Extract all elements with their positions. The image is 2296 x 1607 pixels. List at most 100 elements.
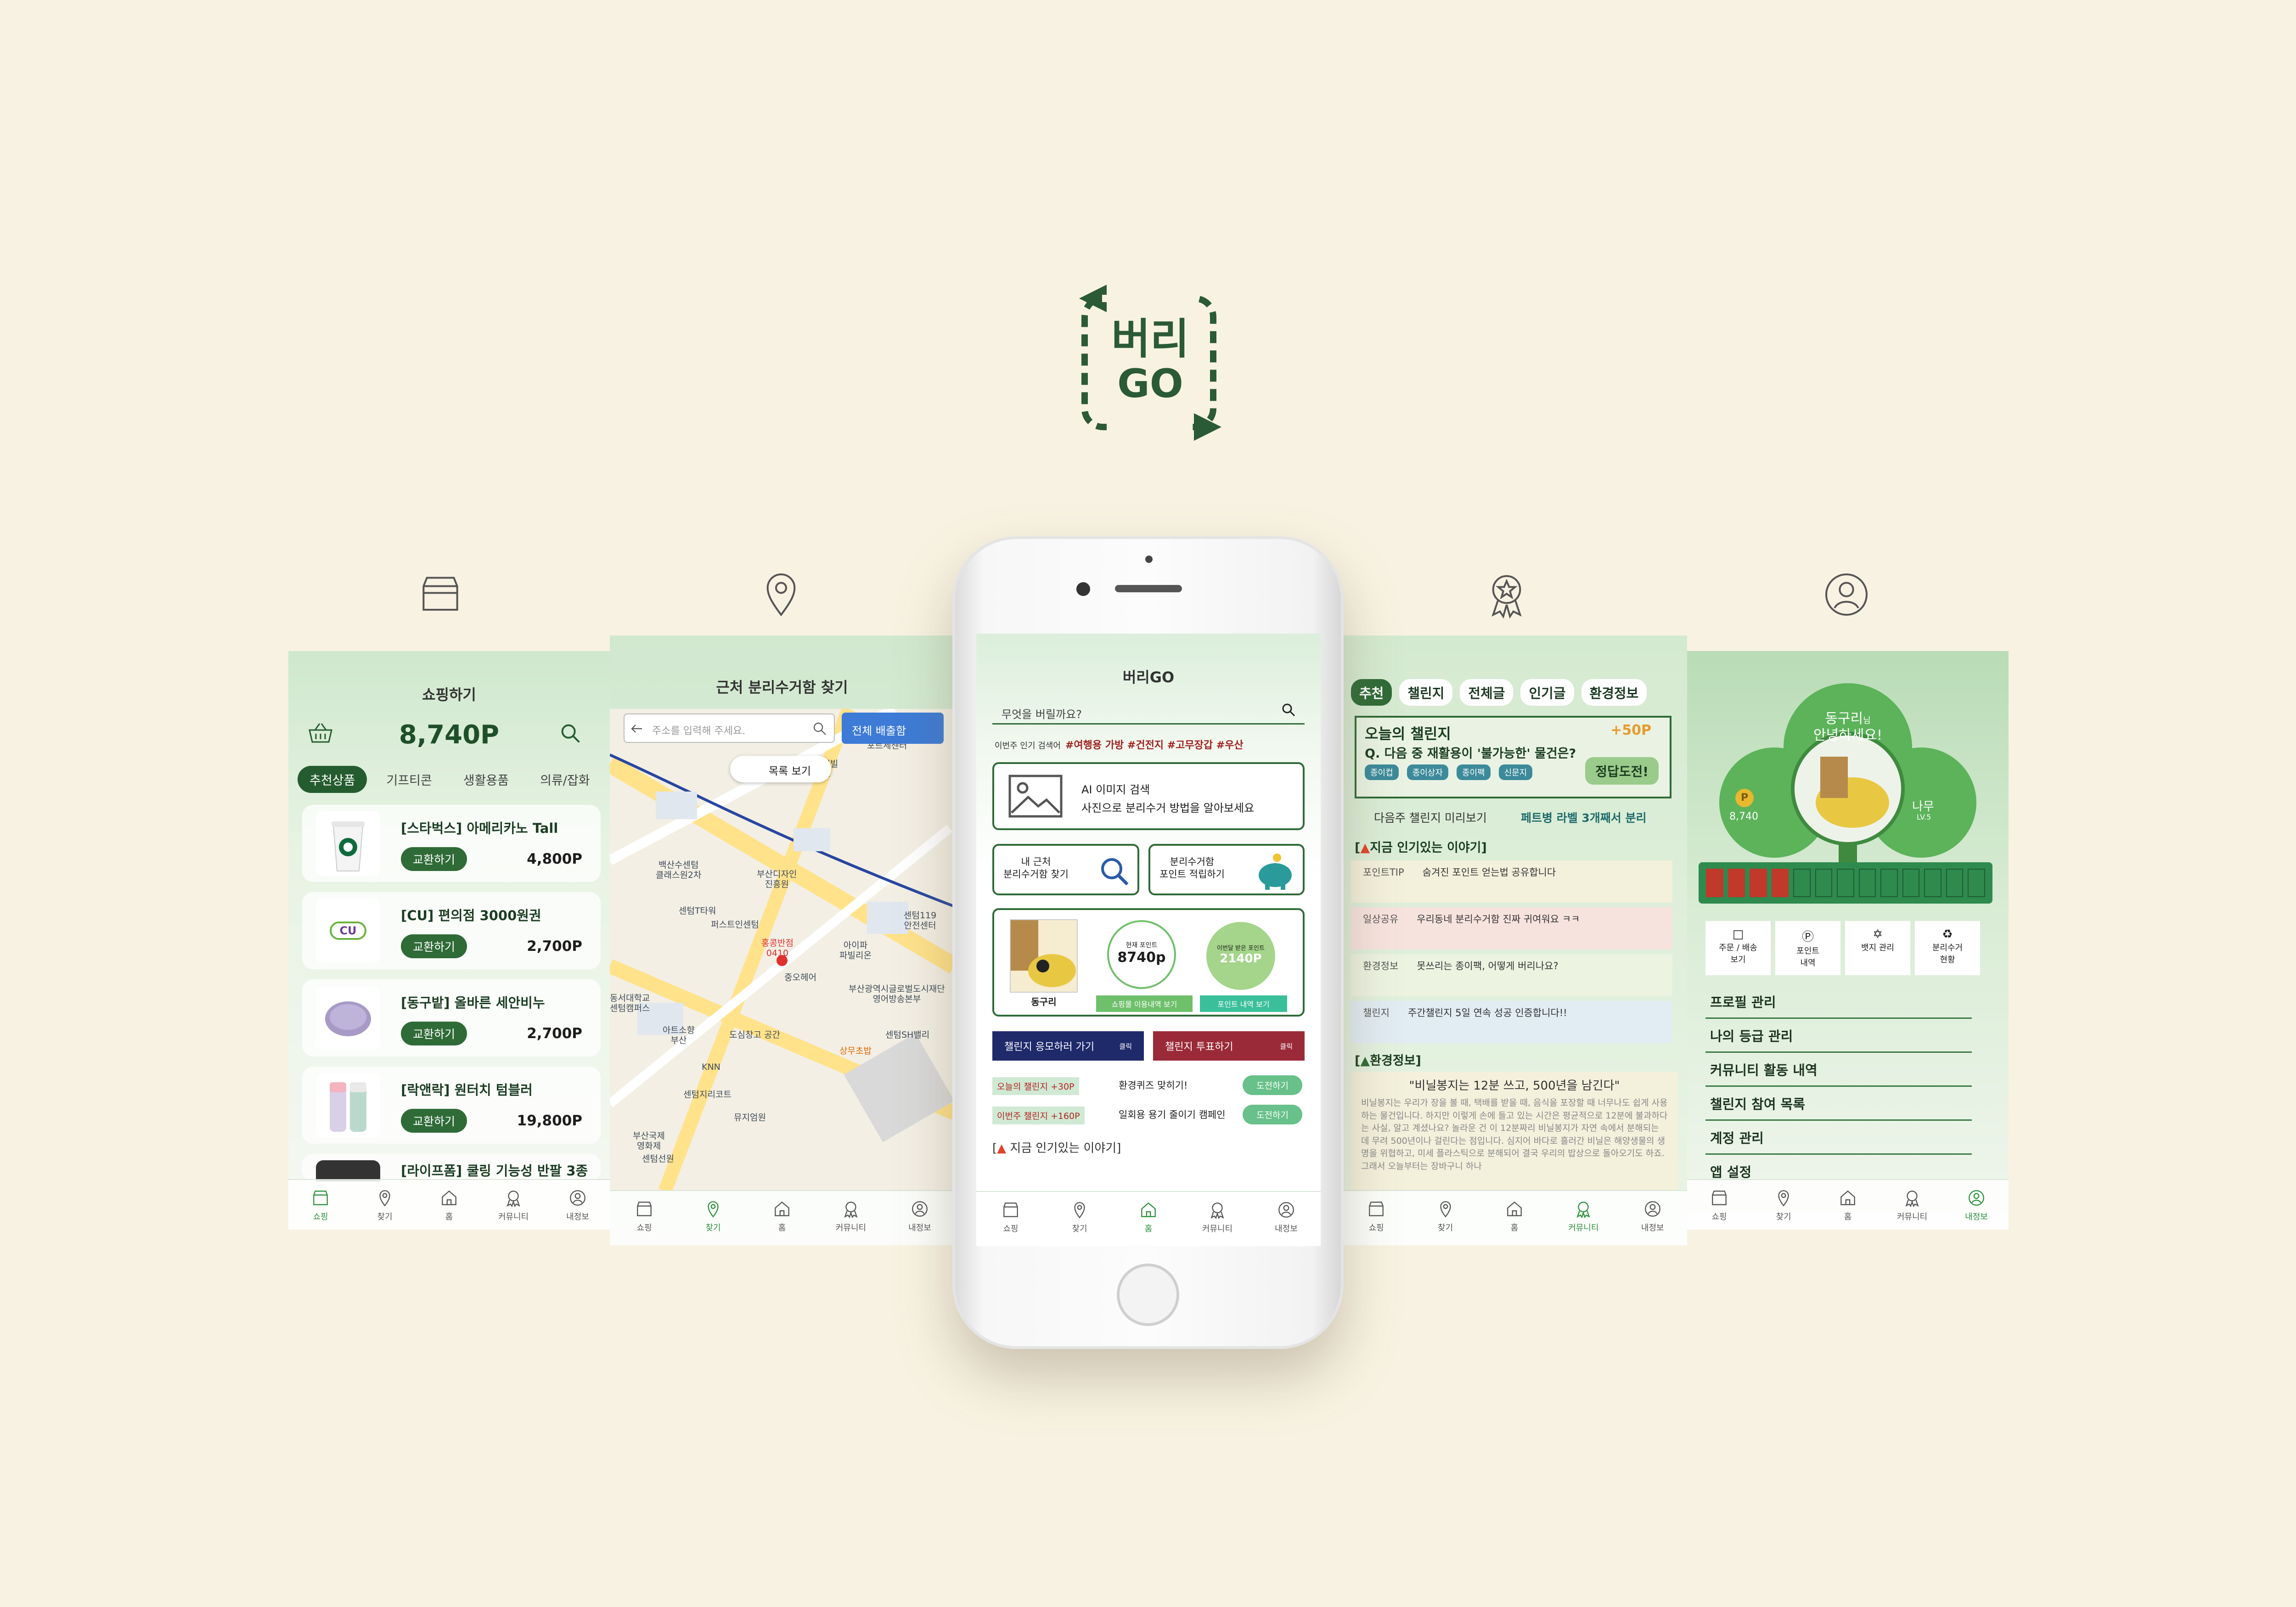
- hot-tags[interactable]: #여행용 가방 #건전지 #고무장갑 #우산: [1065, 740, 1244, 751]
- menu-community-activity[interactable]: 커뮤니티 활동 내역: [1705, 1053, 1972, 1087]
- tab-my[interactable]: 내정보: [1625, 1199, 1680, 1233]
- nearby-bins-card[interactable]: 내 근처 분리수거함 찾기: [992, 844, 1139, 895]
- tab-popular[interactable]: 인기글: [1520, 679, 1574, 706]
- tab-find[interactable]: 찾기: [357, 1188, 412, 1222]
- exchange-button[interactable]: 교환하기: [401, 847, 467, 871]
- magnifier-icon: [1101, 858, 1129, 886]
- ai-desc: 사진으로 분리수거 방법을 알아보세요: [1081, 802, 1255, 815]
- option-chip[interactable]: 종이컵: [1365, 764, 1399, 780]
- tab-find[interactable]: 찾기: [1418, 1199, 1473, 1233]
- tab-shop[interactable]: 쇼핑: [617, 1199, 672, 1233]
- tab-home[interactable]: 홈: [1121, 1200, 1176, 1234]
- store-icon: [415, 569, 466, 620]
- today-challenge-card: 오늘의 챌린지 +50P Q. 다음 중 재활용이 '불가능한' 물건은? 종이…: [1355, 716, 1671, 798]
- back-arrow-icon[interactable]: [629, 721, 645, 736]
- product-card[interactable]: [라이프폼] 쿨링 기능성 반팔 3종: [302, 1154, 601, 1181]
- exchange-button[interactable]: 교환하기: [401, 934, 467, 958]
- tab-find[interactable]: 찾기: [686, 1199, 741, 1233]
- story-item[interactable]: 챌린지 주간챌린지 5일 연속 성공 인증합니다!!: [1351, 1001, 1672, 1043]
- answer-button[interactable]: 정답도전!: [1585, 757, 1659, 785]
- chip-recommended[interactable]: 추천상품: [298, 766, 367, 793]
- menu-profile[interactable]: 프로필 관리: [1705, 985, 1972, 1019]
- store-icon: □: [1732, 927, 1744, 941]
- tab-challenge[interactable]: 챌린지: [1399, 679, 1453, 706]
- vote-challenge-button[interactable]: 챌린지 투표하기 클릭: [1153, 1031, 1305, 1061]
- week-challenge-tag: 이번주 챌린지 +160P: [992, 1107, 1085, 1124]
- quick-badges[interactable]: ✡ 뱃지 관리: [1845, 921, 1910, 975]
- map-place-label: 센텀지리코트: [683, 1090, 732, 1100]
- tab-community[interactable]: 커뮤니티: [1885, 1188, 1940, 1222]
- shop-history-button[interactable]: 쇼핑몰 이용내역 보기: [1096, 995, 1193, 1012]
- chip-clothing[interactable]: 의류/잡화: [528, 766, 602, 793]
- trash-icon: ♻: [1942, 927, 1953, 941]
- map-place-label: KNN: [702, 1062, 720, 1072]
- tab-community[interactable]: 커뮤니티: [1190, 1200, 1245, 1234]
- next-challenge-title[interactable]: 페트병 라벨 3개째서 분리: [1521, 809, 1647, 826]
- option-chip[interactable]: 종이팩: [1456, 764, 1491, 780]
- all-bins-button[interactable]: 전체 배출함: [842, 713, 944, 744]
- search-icon[interactable]: [812, 721, 827, 736]
- option-chip[interactable]: 신문지: [1498, 764, 1533, 780]
- home-title: 버리GO: [1122, 669, 1175, 686]
- menu-grade[interactable]: 나의 등급 관리: [1705, 1019, 1972, 1053]
- tab-find[interactable]: 찾기: [1756, 1188, 1811, 1222]
- map-place-label: 뮤지엄원: [734, 1113, 766, 1123]
- tab-community[interactable]: 커뮤니티: [1556, 1199, 1611, 1233]
- tab-shop[interactable]: 쇼핑: [1349, 1199, 1404, 1233]
- point-history-button[interactable]: 포인트 내역 보기: [1200, 995, 1287, 1012]
- quick-points[interactable]: Ⓟ 포인트 내역: [1775, 921, 1840, 975]
- greeting-text: 안녕하세요!: [1813, 727, 1883, 743]
- tab-my[interactable]: 내정보: [1259, 1200, 1314, 1234]
- product-card[interactable]: [스타벅스] 아메리카노 Tall 교환하기 4,800P: [302, 805, 601, 882]
- product-card[interactable]: [동구밭] 올바른 세안비누 교환하기 2,700P: [302, 979, 601, 1056]
- tab-find[interactable]: 찾기: [1052, 1200, 1107, 1234]
- quick-recycle[interactable]: ♻ 분리수거 현황: [1915, 921, 1980, 975]
- story-item[interactable]: 환경정보 못쓰리는 종이팩, 어떻게 버리나요?: [1351, 954, 1672, 996]
- product-card[interactable]: CU [CU] 편의점 3000원권 교환하기 2,700P: [302, 892, 601, 969]
- map-place-label: 아트소향 부산: [663, 1025, 695, 1045]
- tab-home[interactable]: 홈: [422, 1188, 477, 1222]
- quick-orders[interactable]: □ 주문 / 배송 보기: [1705, 921, 1771, 975]
- save-point-card[interactable]: 분리수거함 포인트 적립하기: [1148, 844, 1305, 895]
- tab-my[interactable]: 내정보: [1949, 1188, 2004, 1222]
- tab-shop[interactable]: 쇼핑: [983, 1200, 1038, 1234]
- bottom-tabbar: 쇼핑 찾기 홈 커뮤니티 내정보: [976, 1191, 1321, 1246]
- go-challenge-button[interactable]: 챌린지 응모하러 가기 클릭: [992, 1031, 1144, 1061]
- challenge-title: 오늘의 챌린지: [1365, 725, 1451, 742]
- tab-all-posts[interactable]: 전체글: [1460, 679, 1514, 706]
- tab-shop[interactable]: 쇼핑: [293, 1188, 348, 1222]
- chip-living[interactable]: 생활용품: [451, 766, 521, 793]
- tab-home[interactable]: 홈: [1820, 1188, 1875, 1222]
- challenge-go-button[interactable]: 도전하기: [1243, 1075, 1302, 1095]
- search-icon[interactable]: [557, 720, 584, 747]
- exchange-button[interactable]: 교환하기: [401, 1109, 467, 1133]
- tab-shop[interactable]: 쇼핑: [1692, 1188, 1747, 1222]
- chip-gifticon[interactable]: 기프티콘: [374, 766, 444, 793]
- tab-community[interactable]: 커뮤니티: [823, 1199, 878, 1233]
- list-view-button[interactable]: 목록 보기: [730, 756, 831, 782]
- story-item[interactable]: 일상공유 우리동네 분리수거함 진짜 귀여워요 ㅋㅋ: [1351, 907, 1672, 950]
- tab-home[interactable]: 홈: [754, 1199, 810, 1233]
- address-search-input[interactable]: 주소를 입력해 주세요.: [624, 714, 835, 743]
- tab-my[interactable]: 내정보: [550, 1188, 605, 1222]
- search-icon[interactable]: [1280, 702, 1297, 718]
- phone-camera: [1076, 582, 1090, 596]
- badge-shelf[interactable]: [1699, 862, 1992, 904]
- env-info-article[interactable]: "비닐봉지는 12분 쓰고, 500년을 남긴다" 비닐봉지는 우리가 장을 볼…: [1351, 1072, 1678, 1191]
- bottom-tabbar: 쇼핑 찾기 홈 커뮤니티 내정보: [288, 1179, 610, 1230]
- tab-home[interactable]: 홈: [1487, 1199, 1542, 1233]
- story-item[interactable]: 포인트TIP 숨겨진 포인트 얻는법 공유합니다: [1351, 860, 1672, 903]
- tab-community[interactable]: 커뮤니티: [486, 1188, 541, 1222]
- tab-env-info[interactable]: 환경정보: [1581, 679, 1647, 706]
- product-card[interactable]: [락앤락] 원터치 텀블러 교환하기 19,800P: [302, 1067, 601, 1144]
- menu-challenges[interactable]: 챌린지 참여 목록: [1705, 1087, 1972, 1121]
- ai-image-search-card[interactable]: AI 이미지 검색 사진으로 분리수거 방법을 알아보세요: [992, 762, 1305, 830]
- tab-recommended[interactable]: 추천: [1351, 679, 1392, 706]
- home-search-input[interactable]: 무엇을 버릴까요?: [992, 698, 1305, 725]
- exchange-button[interactable]: 교환하기: [401, 1022, 467, 1045]
- phone-home-button[interactable]: [1117, 1264, 1179, 1326]
- menu-account[interactable]: 계정 관리: [1705, 1121, 1972, 1155]
- option-chip[interactable]: 종이상자: [1407, 764, 1448, 780]
- tab-my[interactable]: 내정보: [892, 1199, 947, 1233]
- challenge-go-button[interactable]: 도전하기: [1243, 1105, 1302, 1124]
